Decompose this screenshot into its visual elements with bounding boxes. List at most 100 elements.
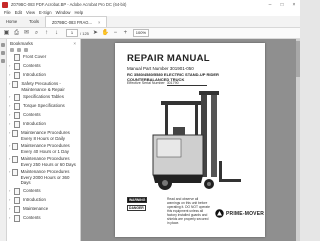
- menu-edit[interactable]: Edit: [15, 10, 22, 15]
- bookmarks-list: Front Cover › Contents › Introduction › Safety…: [7, 53, 80, 223]
- print-icon[interactable]: ⎙: [13, 30, 20, 37]
- bookmark-page-icon: [14, 54, 20, 61]
- bookmark-item[interactable]: › Torque Specifications: [7, 102, 80, 111]
- tab-home[interactable]: Home: [0, 17, 23, 27]
- bookmark-label: Introduction: [23, 121, 46, 126]
- bookmark-item[interactable]: › Maintenance Procedures Every 40 Hours o…: [7, 142, 80, 155]
- page-count: / 125: [80, 30, 89, 36]
- hand-icon[interactable]: ✋: [102, 30, 109, 37]
- bookmark-item[interactable]: › Introduction: [7, 196, 80, 205]
- prime-mover-logo: PRIME-MOVER: [215, 209, 264, 218]
- maximize-icon[interactable]: □: [276, 2, 288, 8]
- bookmark-icon[interactable]: [1, 51, 5, 55]
- bookmark-label: Maintenance Procedures Every 250 Hours o…: [20, 156, 76, 167]
- bookmark-label: Specifications Tables: [23, 94, 64, 99]
- warning-labels: WARNING DANGER: [127, 197, 163, 223]
- bookmark-label: Introduction: [23, 196, 46, 202]
- bookmark-page-icon: [11, 169, 18, 176]
- bookmark-item[interactable]: Front Cover: [7, 53, 80, 62]
- tab-document-label: Z079BC-083 FRAG...: [51, 19, 92, 25]
- document-view[interactable]: REPAIR MANUAL Manual Part Number 301901-…: [81, 39, 300, 241]
- bookmark-page-icon: [14, 112, 20, 119]
- forklift-illustration: [152, 91, 241, 190]
- bookmark-page-icon: [14, 121, 20, 128]
- bookmarks-panel: Bookmarks × Front Cover › Contents › Introdu…: [7, 39, 81, 241]
- vertical-scrollbar[interactable]: [296, 39, 300, 241]
- save-icon[interactable]: ▣: [3, 30, 10, 37]
- bookmark-item[interactable]: › Contents: [7, 111, 80, 120]
- menu-view[interactable]: View: [26, 10, 35, 15]
- bookmark-item[interactable]: › Safety Precautions - Maintenance & Repa…: [7, 80, 80, 93]
- bookmark-label: Introduction: [23, 72, 46, 77]
- serial-number: Effective Serial Number 301790: [127, 81, 207, 86]
- bookmark-label: Torque Specifications: [23, 103, 65, 108]
- page-number-input[interactable]: 1: [66, 29, 78, 37]
- serial-value: 301790: [166, 81, 207, 86]
- bookmark-page-icon: [14, 196, 20, 204]
- bookmark-item[interactable]: › Contents: [7, 214, 80, 223]
- acrobat-icon: [2, 1, 8, 8]
- document-title: REPAIR MANUAL: [127, 53, 210, 64]
- tab-close-icon[interactable]: ×: [98, 20, 100, 25]
- menu-window[interactable]: Window: [56, 10, 71, 15]
- bookmarks-title: Bookmarks: [10, 40, 33, 46]
- bookmark-item[interactable]: › Maintenance Procedures Every 2000 Hours…: [7, 168, 80, 187]
- bookmark-page-icon: [14, 94, 20, 101]
- scroll-thumb[interactable]: [296, 41, 300, 77]
- bookmark-label: Maintenance Procedures Every 40 Hours or…: [20, 143, 70, 154]
- bookmark-item[interactable]: › Contents: [7, 187, 80, 196]
- close-icon[interactable]: ×: [288, 2, 300, 8]
- serial-label: Effective Serial Number: [127, 81, 165, 85]
- menu-help[interactable]: Help: [74, 10, 83, 15]
- next-page-icon[interactable]: ↓: [53, 30, 60, 37]
- window-title: Z079BC-083 PDF.Acrobat.BP - Adobe Acroba…: [11, 2, 127, 7]
- panel-close-icon[interactable]: ×: [73, 41, 76, 46]
- danger-tag: DANGER: [127, 205, 146, 211]
- bookmark-page-icon: [12, 81, 19, 88]
- bookmark-label: Contents: [23, 112, 41, 117]
- bookmark-label: Contents: [23, 214, 41, 220]
- bookmark-label: Maintenance: [23, 205, 49, 211]
- zoom-out-icon[interactable]: −: [112, 30, 119, 37]
- bookmark-label: Maintenance Procedures Every 8 Hours or …: [21, 130, 70, 141]
- tab-bar: Home Tools Z079BC-083 FRAG... ×: [0, 16, 300, 28]
- email-icon[interactable]: ✉: [23, 30, 30, 37]
- attachment-icon[interactable]: [1, 59, 5, 63]
- bookmark-item[interactable]: › Specifications Tables: [7, 93, 80, 102]
- bookmark-item[interactable]: › Introduction: [7, 120, 80, 129]
- bookmark-label: Contents: [23, 63, 41, 68]
- bookmark-label: Contents: [23, 187, 41, 193]
- pages-icon[interactable]: [1, 43, 5, 47]
- menu-file[interactable]: File: [4, 10, 11, 15]
- search-icon[interactable]: ⌕: [33, 30, 40, 37]
- bookmark-options-icon[interactable]: [24, 48, 28, 52]
- bookmark-item[interactable]: › Contents: [7, 62, 80, 71]
- prev-page-icon[interactable]: ↑: [43, 30, 50, 37]
- bookmark-item[interactable]: › Maintenance Procedures Every 8 Hours or…: [7, 129, 80, 142]
- delete-bookmark-icon[interactable]: [17, 48, 21, 52]
- bookmark-label: Safety Precautions - Maintenance & Repai…: [21, 81, 65, 92]
- logo-mark: [215, 209, 224, 218]
- select-icon[interactable]: ➤: [92, 30, 99, 37]
- bookmark-page-icon: [14, 103, 20, 110]
- zoom-in-icon[interactable]: +: [122, 30, 129, 37]
- logo-text: PRIME-MOVER: [226, 210, 265, 217]
- minimize-icon[interactable]: –: [264, 2, 276, 8]
- bookmark-item[interactable]: › Maintenance: [7, 205, 80, 214]
- toolbar: ▣ ⎙ ✉ ⌕ ↑ ↓ 1 / 125 ➤ ✋ − + 100%: [0, 28, 300, 39]
- bookmark-page-icon: [12, 130, 19, 137]
- bookmark-item[interactable]: › Maintenance Procedures Every 250 Hours …: [7, 155, 80, 168]
- menu-esign[interactable]: E-Sign: [39, 10, 52, 15]
- warning-text: Read and observe all warnings on this un…: [167, 197, 211, 225]
- bookmark-page-icon: [11, 143, 18, 150]
- tab-document[interactable]: Z079BC-083 FRAG... ×: [44, 16, 108, 27]
- zoom-level[interactable]: 100%: [132, 29, 149, 37]
- new-bookmark-icon[interactable]: [10, 48, 14, 52]
- navigation-rail: [0, 39, 7, 241]
- bookmark-page-icon: [14, 72, 20, 79]
- bookmark-label: Front Cover: [23, 54, 47, 59]
- bookmark-label: Maintenance Procedures Every 2000 Hours …: [20, 169, 70, 185]
- bookmark-page-icon: [11, 156, 18, 163]
- tab-tools[interactable]: Tools: [23, 17, 45, 27]
- bookmark-item[interactable]: › Introduction: [7, 71, 80, 80]
